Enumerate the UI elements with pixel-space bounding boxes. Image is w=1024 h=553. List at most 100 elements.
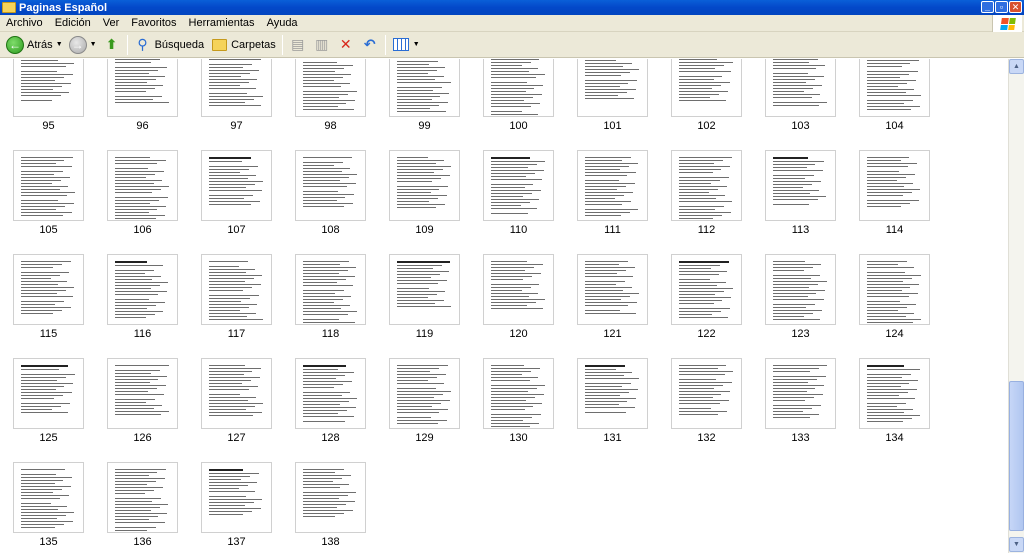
thumbnail-item[interactable]: 109: [376, 150, 470, 250]
page-thumbnail-image[interactable]: [671, 150, 742, 221]
minimize-button[interactable]: _: [981, 1, 994, 13]
chevron-down-icon[interactable]: ▼: [90, 41, 97, 48]
search-button[interactable]: ⚲ Búsqueda: [131, 34, 208, 56]
thumbnail-item[interactable]: 128: [282, 358, 376, 458]
page-thumbnail-image[interactable]: [201, 254, 272, 325]
menu-favoritos[interactable]: Favoritos: [125, 17, 182, 29]
thumbnail-item[interactable]: 131: [564, 358, 658, 458]
thumbnail-label[interactable]: 128: [295, 432, 366, 444]
thumbnail-item[interactable]: 132: [658, 358, 752, 458]
thumbnail-item[interactable]: 133: [752, 358, 846, 458]
thumbnail-label[interactable]: 114: [859, 224, 930, 236]
thumbnail-label[interactable]: 97: [201, 120, 272, 132]
page-thumbnail-image[interactable]: [483, 59, 554, 117]
thumbnail-item[interactable]: 119: [376, 254, 470, 354]
chevron-down-icon[interactable]: ▼: [56, 41, 63, 48]
thumbnail-item[interactable]: 134: [846, 358, 940, 458]
thumbnail-item[interactable]: 106: [94, 150, 188, 250]
page-thumbnail-image[interactable]: [859, 358, 930, 429]
menu-archivo[interactable]: Archivo: [0, 17, 49, 29]
page-thumbnail-image[interactable]: [295, 59, 366, 117]
thumbnail-label[interactable]: 106: [107, 224, 178, 236]
page-thumbnail-image[interactable]: [859, 150, 930, 221]
thumbnail-label[interactable]: 112: [671, 224, 742, 236]
thumbnail-item[interactable]: 124: [846, 254, 940, 354]
thumbnail-item[interactable]: 101: [564, 59, 658, 146]
page-thumbnail-image[interactable]: [107, 59, 178, 117]
page-thumbnail-image[interactable]: [671, 254, 742, 325]
thumbnail-item[interactable]: 105: [0, 150, 94, 250]
vertical-scrollbar[interactable]: ▲ ▼: [1008, 59, 1024, 553]
thumbnail-item[interactable]: 135: [0, 462, 94, 553]
page-thumbnail-image[interactable]: [389, 254, 460, 325]
thumbnail-label[interactable]: 122: [671, 328, 742, 340]
menu-herramientas[interactable]: Herramientas: [183, 17, 261, 29]
copy-to-button[interactable]: ▥: [310, 34, 334, 56]
back-button[interactable]: ← Atrás ▼: [3, 34, 66, 56]
forward-button[interactable]: → ▼: [66, 34, 100, 56]
menu-ver[interactable]: Ver: [97, 17, 126, 29]
thumbnail-item[interactable]: 110: [470, 150, 564, 250]
page-thumbnail-image[interactable]: [107, 254, 178, 325]
thumbnail-label[interactable]: 102: [671, 120, 742, 132]
thumbnail-item[interactable]: 98: [282, 59, 376, 146]
thumbnail-label[interactable]: 103: [765, 120, 836, 132]
page-thumbnail-image[interactable]: [577, 150, 648, 221]
thumbnail-label[interactable]: 118: [295, 328, 366, 340]
thumbnail-item[interactable]: 100: [470, 59, 564, 146]
thumbnail-label[interactable]: 111: [577, 224, 648, 236]
thumbnail-item[interactable]: 137: [188, 462, 282, 553]
undo-button[interactable]: ↶: [358, 34, 382, 56]
thumbnail-label[interactable]: 133: [765, 432, 836, 444]
page-thumbnail-image[interactable]: [107, 358, 178, 429]
close-button[interactable]: ✕: [1009, 1, 1022, 13]
thumbnail-item[interactable]: 117: [188, 254, 282, 354]
page-thumbnail-image[interactable]: [483, 254, 554, 325]
thumbnail-label[interactable]: 135: [13, 536, 84, 548]
page-thumbnail-image[interactable]: [13, 462, 84, 533]
page-thumbnail-image[interactable]: [13, 59, 84, 117]
page-thumbnail-image[interactable]: [483, 358, 554, 429]
page-thumbnail-image[interactable]: [13, 254, 84, 325]
page-thumbnail-image[interactable]: [577, 59, 648, 117]
thumbnail-item[interactable]: 111: [564, 150, 658, 250]
thumbnail-label[interactable]: 123: [765, 328, 836, 340]
page-thumbnail-image[interactable]: [577, 358, 648, 429]
thumbnail-label[interactable]: 129: [389, 432, 460, 444]
page-thumbnail-image[interactable]: [295, 150, 366, 221]
move-to-button[interactable]: ▤: [286, 34, 310, 56]
thumbnail-item[interactable]: 138: [282, 462, 376, 553]
thumbnail-label[interactable]: 137: [201, 536, 272, 548]
thumbnail-label[interactable]: 134: [859, 432, 930, 444]
page-thumbnail-image[interactable]: [295, 254, 366, 325]
thumbnail-item[interactable]: 118: [282, 254, 376, 354]
thumbnail-item[interactable]: 127: [188, 358, 282, 458]
page-thumbnail-image[interactable]: [859, 59, 930, 117]
page-thumbnail-image[interactable]: [483, 150, 554, 221]
page-thumbnail-image[interactable]: [107, 462, 178, 533]
menu-edicion[interactable]: Edición: [49, 17, 97, 29]
scroll-thumb[interactable]: [1009, 381, 1024, 531]
thumbnail-label[interactable]: 108: [295, 224, 366, 236]
page-thumbnail-image[interactable]: [765, 150, 836, 221]
page-thumbnail-image[interactable]: [201, 358, 272, 429]
thumbnail-label[interactable]: 120: [483, 328, 554, 340]
thumbnail-item[interactable]: 114: [846, 150, 940, 250]
thumbnail-item[interactable]: 130: [470, 358, 564, 458]
thumbnail-label[interactable]: 117: [201, 328, 272, 340]
thumbnail-item[interactable]: 136: [94, 462, 188, 553]
thumbnail-item[interactable]: 120: [470, 254, 564, 354]
thumbnail-label[interactable]: 130: [483, 432, 554, 444]
page-thumbnail-image[interactable]: [389, 358, 460, 429]
page-thumbnail-image[interactable]: [765, 59, 836, 117]
page-thumbnail-image[interactable]: [671, 358, 742, 429]
delete-button[interactable]: ✕: [334, 34, 358, 56]
up-folder-button[interactable]: ⬆: [100, 34, 124, 56]
thumbnail-label[interactable]: 127: [201, 432, 272, 444]
thumbnail-item[interactable]: 123: [752, 254, 846, 354]
thumbnail-label[interactable]: 110: [483, 224, 554, 236]
page-thumbnail-image[interactable]: [201, 59, 272, 117]
page-thumbnail-image[interactable]: [295, 358, 366, 429]
thumbnail-item[interactable]: 116: [94, 254, 188, 354]
thumbnail-item[interactable]: 96: [94, 59, 188, 146]
